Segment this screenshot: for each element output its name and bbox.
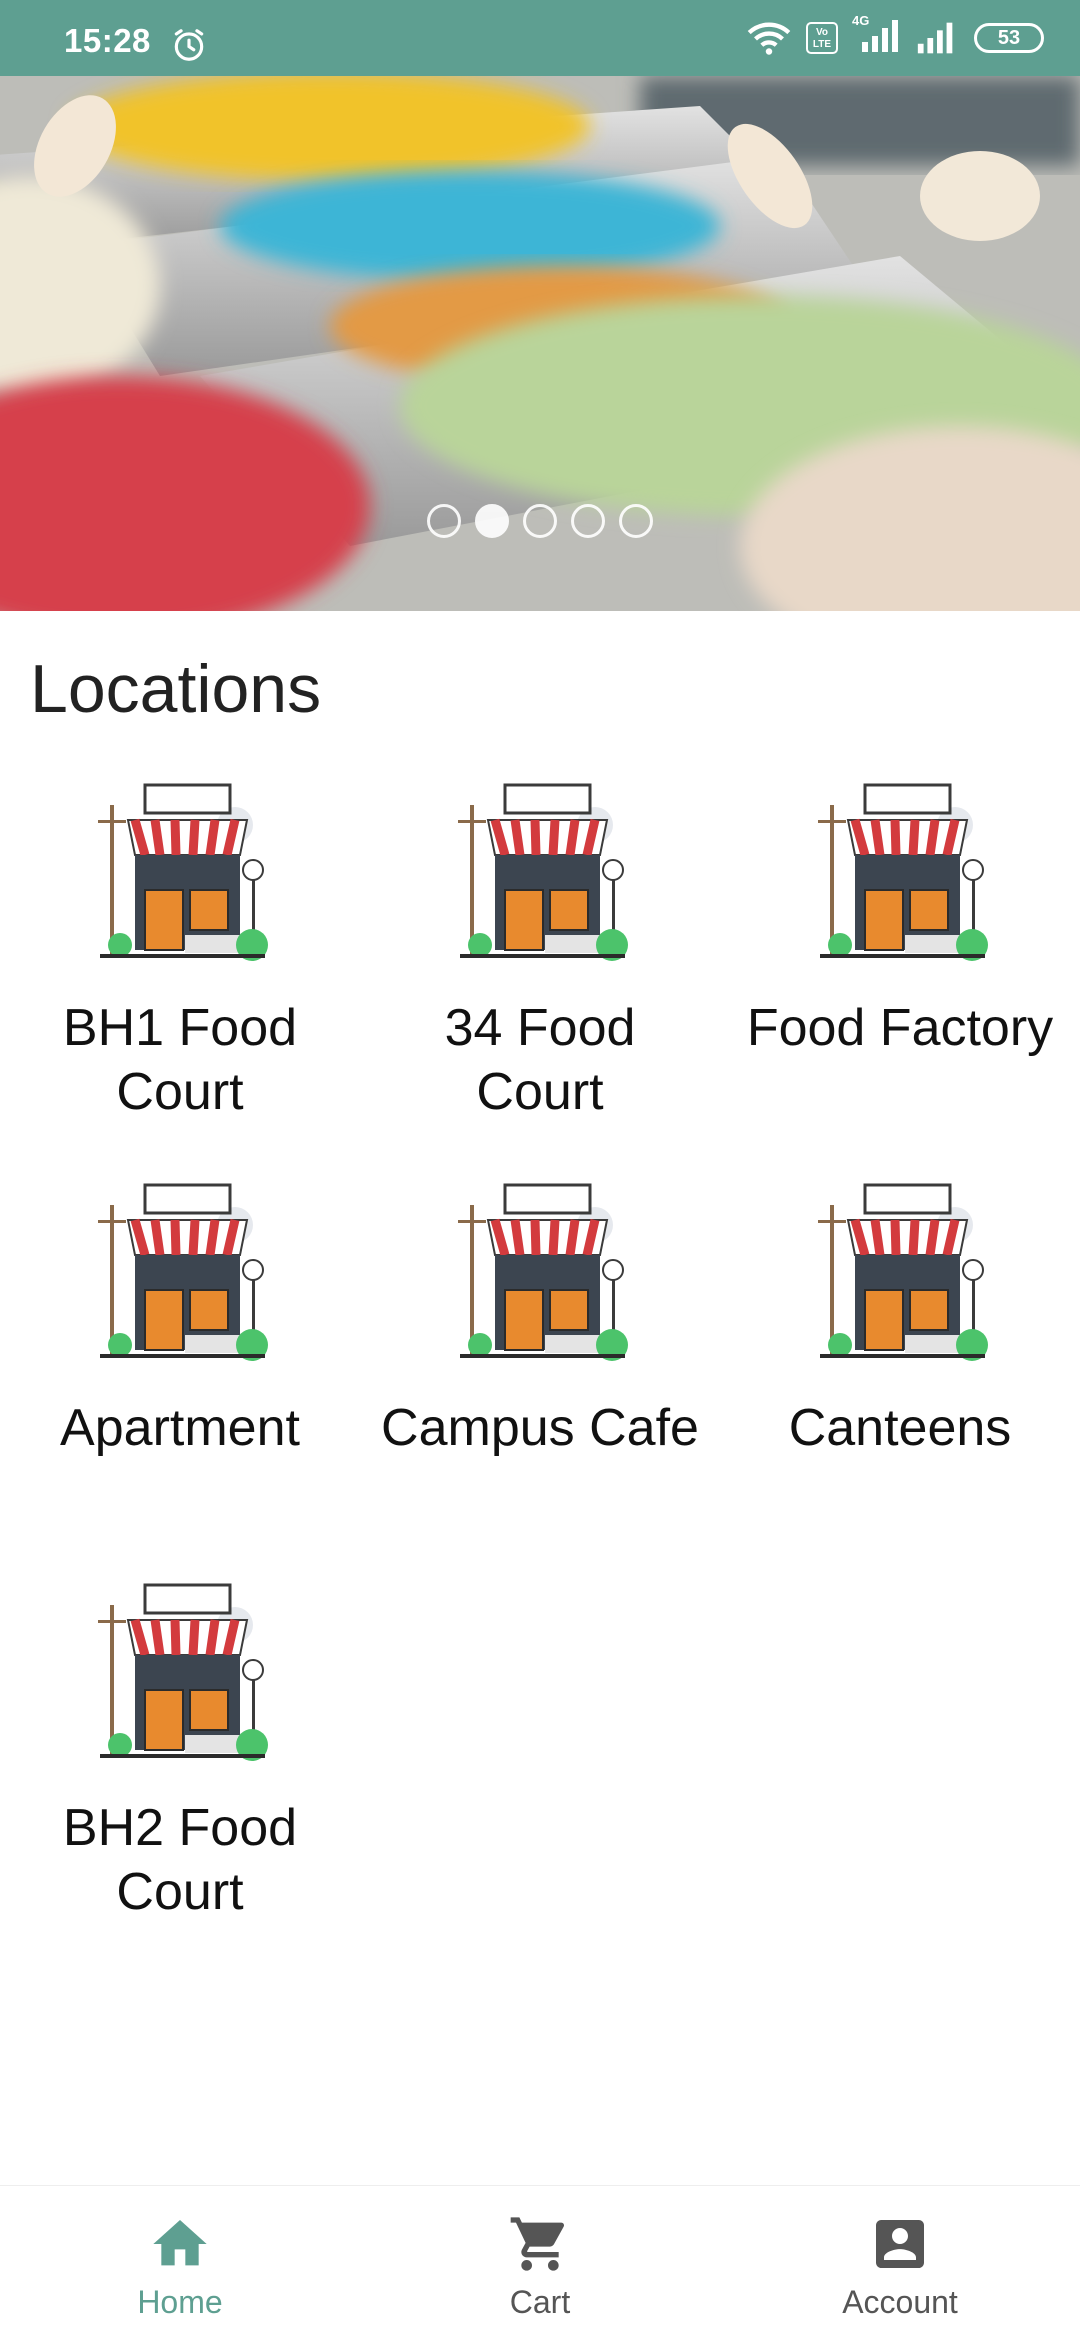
storefront-icon: [818, 1183, 988, 1361]
wifi-icon: [747, 22, 791, 55]
home-icon: [153, 2220, 207, 2266]
nav-home[interactable]: Home: [0, 2186, 360, 2341]
carousel-dot-active[interactable]: [475, 504, 509, 538]
network-type: 4G: [852, 12, 870, 28]
account-icon: [876, 2220, 924, 2268]
carousel-dot[interactable]: [619, 504, 653, 538]
storefront-icon: [98, 1183, 268, 1361]
signal-icon: 4G: [852, 13, 900, 58]
location-label: Canteens: [788, 1399, 1012, 1457]
banner-carousel[interactable]: [0, 76, 1080, 611]
status-time: 15:28: [64, 22, 151, 59]
location-label: BH2 Food Court: [62, 1799, 298, 1921]
locations-grid: BH1 Food Court 34 Food Court Food Factor…: [0, 770, 1080, 1930]
storefront-icon: [98, 1583, 268, 1761]
location-label: 34 Food Court: [444, 999, 636, 1121]
carousel-indicators: [0, 504, 1080, 538]
storefront-icon: [458, 1183, 628, 1361]
location-canteens[interactable]: Canteens: [720, 1170, 1080, 1570]
status-bar: 15:28 Vo LTE 4G 53: [0, 0, 1080, 76]
nav-label: Cart: [509, 2284, 571, 2320]
location-campus-cafe[interactable]: Campus Cafe: [360, 1170, 720, 1570]
location-bh1-food-court[interactable]: BH1 Food Court: [0, 770, 360, 1170]
carousel-dot[interactable]: [523, 504, 557, 538]
alarm-icon: [174, 29, 204, 61]
location-label: Apartment: [60, 1399, 300, 1457]
carousel-dot[interactable]: [427, 504, 461, 538]
cart-icon: [510, 2217, 565, 2271]
location-label: Campus Cafe: [381, 1399, 699, 1457]
nav-label: Account: [842, 2284, 958, 2320]
location-apartment[interactable]: Apartment: [0, 1170, 360, 1570]
location-food-factory[interactable]: Food Factory: [720, 770, 1080, 1170]
storefront-icon: [98, 783, 268, 961]
carousel-dot[interactable]: [571, 504, 605, 538]
volte-icon: Vo LTE: [806, 22, 838, 54]
bottom-navigation: Home Cart Account: [0, 2185, 1080, 2341]
signal-icon: [917, 22, 953, 54]
location-label: Food Factory: [746, 999, 1054, 1057]
status-icons: Vo LTE 4G 53: [746, 13, 1044, 58]
storefront-icon: [818, 783, 988, 961]
nav-account[interactable]: Account: [720, 2186, 1080, 2341]
locations-title: Locations: [30, 651, 322, 727]
battery-icon: 53: [974, 23, 1044, 53]
nav-label: Home: [137, 2284, 223, 2320]
storefront-icon: [458, 783, 628, 961]
location-34-food-court[interactable]: 34 Food Court: [360, 770, 720, 1170]
location-label: BH1 Food Court: [62, 999, 298, 1121]
nav-cart[interactable]: Cart: [360, 2186, 720, 2341]
location-bh2-food-court[interactable]: BH2 Food Court: [0, 1570, 360, 1930]
